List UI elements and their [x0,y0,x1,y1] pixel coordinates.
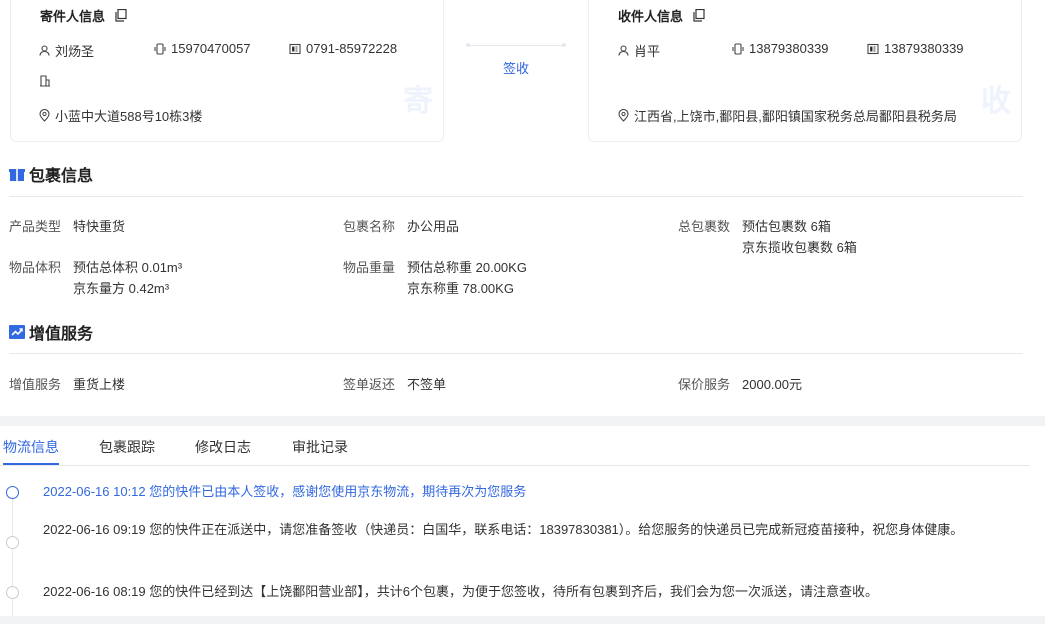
package-name-field: 包裹名称 办公用品 [343,216,459,237]
receiver-mobile: 13879380339 [749,41,829,56]
sender-building-row [39,75,56,87]
connector-line [466,43,566,47]
location-icon [618,109,629,122]
count-jd: 京东揽收包裹数 6箱 [742,240,857,255]
count-estimate: 预估包裹数 6箱 [742,219,831,234]
package-section-title: 包裹信息 [9,162,93,186]
sign-connector: 签收 [466,43,566,77]
value-added-section-title: 增值服务 [9,320,93,344]
tab-package-tracking[interactable]: 包裹跟踪 [99,437,155,457]
sender-mobile-row: 15970470057 [154,41,251,56]
sender-name-row: 刘炀圣 [39,41,94,60]
section-separator [0,416,1045,426]
building-icon [40,75,50,87]
mobile-icon [732,42,744,55]
mobile-icon [154,42,166,55]
sender-title: 寄件人信息 [40,6,127,25]
receiver-phone: 13879380339 [884,41,964,56]
weight-field: 物品重量 预估总称重 20.00KG 京东称重 78.00KG [343,257,527,299]
weight-jd: 京东称重 78.00KG [407,281,514,296]
telephone-icon [289,43,301,54]
sender-name: 刘炀圣 [55,44,95,59]
tab-logistics[interactable]: 物流信息 [3,437,59,457]
receiver-badge: 收 [981,85,1011,118]
volume-field: 物品体积 预估总体积 0.01m³ 京东量方 0.42m³ [9,257,182,299]
timeline-dot [6,536,19,549]
timeline-item: 2022-06-16 08:19 您的快件已经到达【上饶鄱阳营业部】，共计6个包… [43,584,878,599]
receiver-address: 江西省,上饶市,鄱阳县,鄱阳镇国家税务总局鄱阳县税务局 [634,109,957,124]
package-name-value: 办公用品 [407,219,460,234]
receiver-name-row: 肖平 [618,41,660,60]
timeline-line [12,498,13,624]
receiver-card: 收件人信息 肖平 13879380339 13879380339 江西省,上饶市… [588,0,1022,142]
timeline-dot [6,486,19,499]
sender-badge: 寄 [403,85,433,118]
return-field: 签单返还 不签单 [343,374,446,395]
sign-status: 签收 [502,61,529,76]
weight-estimate: 预估总称重 20.00KG [407,260,527,275]
service-value: 重货上楼 [73,377,126,392]
sender-mobile: 15970470057 [171,41,251,56]
active-tab-indicator [3,463,59,465]
insure-value: 2000.00元 [742,377,803,392]
return-value: 不签单 [407,377,447,392]
copy-icon[interactable] [693,9,705,22]
product-type-field: 产品类型 特快重货 [9,216,125,237]
receiver-mobile-row: 13879380339 [732,41,829,56]
receiver-address-row: 江西省,上饶市,鄱阳县,鄱阳镇国家税务总局鄱阳县税务局 [618,106,957,125]
insure-field: 保价服务 2000.00元 [678,374,802,395]
detail-tabs: 物流信息 包裹跟踪 修改日志 审批记录 [0,426,1030,466]
tab-change-log[interactable]: 修改日志 [195,437,251,457]
trend-chart-icon [9,325,25,339]
timeline-item: 2022-06-16 10:12 您的快件已由本人签收，感谢您使用京东物流，期待… [43,484,527,499]
receiver-title: 收件人信息 [618,6,705,25]
location-icon [39,109,50,122]
bottom-separator [0,616,1045,624]
gift-box-icon [9,169,25,181]
product-type-value: 特快重货 [73,219,126,234]
divider [9,353,1023,354]
receiver-name: 肖平 [634,44,661,59]
volume-estimate: 预估总体积 0.01m³ [73,260,183,275]
user-icon [39,45,50,56]
sender-card: 寄件人信息 刘炀圣 15970470057 0791-85972228 小蓝中大… [10,0,444,142]
telephone-icon [867,43,879,54]
timeline-item: 2022-06-16 09:19 您的快件正在派送中，请您准备签收（快递员：白国… [43,522,964,537]
timeline-dot [6,586,19,599]
divider [9,196,1023,197]
tab-approval-records[interactable]: 审批记录 [292,437,348,457]
sender-address-row: 小蓝中大道588号10栋3楼 [39,106,202,125]
service-field: 增值服务 重货上楼 [9,374,125,395]
copy-icon[interactable] [115,9,127,22]
sender-phone: 0791-85972228 [306,41,398,56]
sender-address: 小蓝中大道588号10栋3楼 [55,109,203,124]
user-icon [618,45,629,56]
sender-phone-row: 0791-85972228 [289,41,397,56]
volume-jd: 京东量方 0.42m³ [73,281,170,296]
receiver-phone-row: 13879380339 [867,41,964,56]
package-count-field: 总包裹数 预估包裹数 6箱 京东揽收包裹数 6箱 [678,216,857,258]
